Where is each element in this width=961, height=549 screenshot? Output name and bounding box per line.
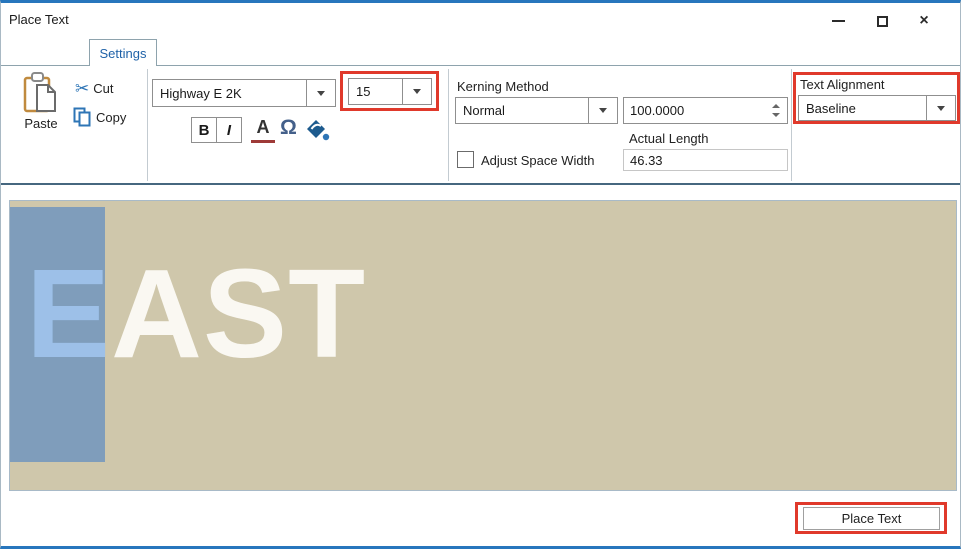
chevron-down-icon <box>599 108 607 113</box>
italic-button[interactable]: I <box>216 117 242 143</box>
maximize-icon <box>876 15 888 27</box>
fill-color-button[interactable] <box>306 119 330 146</box>
paste-button[interactable]: Paste <box>13 71 69 147</box>
kerning-spacing-value: 100.0000 <box>630 103 685 118</box>
copy-label: Copy <box>96 109 127 125</box>
paste-label: Paste <box>24 116 58 131</box>
insert-symbol-button[interactable]: Ω <box>280 116 297 140</box>
text-alignment-dropdown-button[interactable] <box>926 96 955 120</box>
maximize-button[interactable] <box>867 8 897 34</box>
font-size-dropdown-button[interactable] <box>402 79 431 104</box>
underline-color-button[interactable]: A <box>251 117 275 143</box>
paste-clipboard-icon <box>23 72 56 113</box>
kerning-spacing-spinner[interactable]: 100.0000 <box>623 97 788 124</box>
spinner-buttons[interactable] <box>768 98 784 123</box>
ribbon-bottom-border <box>1 183 960 185</box>
title-bar[interactable]: Place Text × <box>1 3 960 36</box>
kerning-method-label: Kerning Method <box>457 79 549 94</box>
spin-down-icon <box>772 113 780 117</box>
cut-label: Cut <box>93 81 114 96</box>
chevron-down-icon <box>937 105 945 111</box>
tab-settings[interactable]: Settings <box>89 39 157 66</box>
ribbon-divider <box>147 69 148 181</box>
selected-letter: E <box>26 243 112 384</box>
preview-text: EAST <box>26 251 366 377</box>
minimize-button[interactable] <box>823 8 853 34</box>
close-icon: × <box>919 12 929 29</box>
text-alignment-value: Baseline <box>806 100 856 116</box>
ribbon-divider <box>791 69 792 181</box>
text-preview-canvas[interactable]: EAST <box>9 200 957 491</box>
copy-button[interactable]: Copy <box>73 107 126 127</box>
font-family-dropdown-button[interactable] <box>306 80 335 106</box>
adjust-space-width-checkbox[interactable] <box>457 151 474 168</box>
text-alignment-label: Text Alignment <box>800 77 885 92</box>
kerning-method-dropdown-button[interactable] <box>588 98 617 123</box>
actual-length-label: Actual Length <box>629 131 709 146</box>
remaining-letters: AST <box>111 243 367 384</box>
place-text-dialog: Place Text × Settings Paste ✂ Cut Copy H… <box>0 0 961 549</box>
font-size-combobox[interactable]: 15 <box>348 78 432 105</box>
kerning-method-value: Normal <box>463 103 505 118</box>
adjust-space-width-label: Adjust Space Width <box>481 153 595 168</box>
kerning-method-combobox[interactable]: Normal <box>455 97 618 124</box>
fill-diamond-icon <box>307 120 330 141</box>
spin-up-icon <box>772 104 780 108</box>
text-alignment-combobox[interactable]: Baseline <box>798 95 956 121</box>
font-family-value: Highway E 2K <box>160 85 242 101</box>
chevron-down-icon <box>317 90 325 96</box>
window-title: Place Text <box>9 12 69 27</box>
bold-button[interactable]: B <box>191 117 217 143</box>
chevron-down-icon <box>413 89 421 94</box>
minimize-icon <box>831 20 845 22</box>
place-text-button[interactable]: Place Text <box>803 507 940 530</box>
cut-button[interactable]: ✂ Cut <box>75 80 113 97</box>
actual-length-value: 46.33 <box>630 152 663 168</box>
copy-pages-icon <box>73 107 91 127</box>
ribbon-divider <box>448 69 449 181</box>
close-button[interactable]: × <box>909 8 939 34</box>
font-size-value: 15 <box>356 84 371 99</box>
font-family-combobox[interactable]: Highway E 2K <box>152 79 336 107</box>
cut-scissors-icon: ✂ <box>75 79 90 98</box>
actual-length-field: 46.33 <box>623 149 788 171</box>
